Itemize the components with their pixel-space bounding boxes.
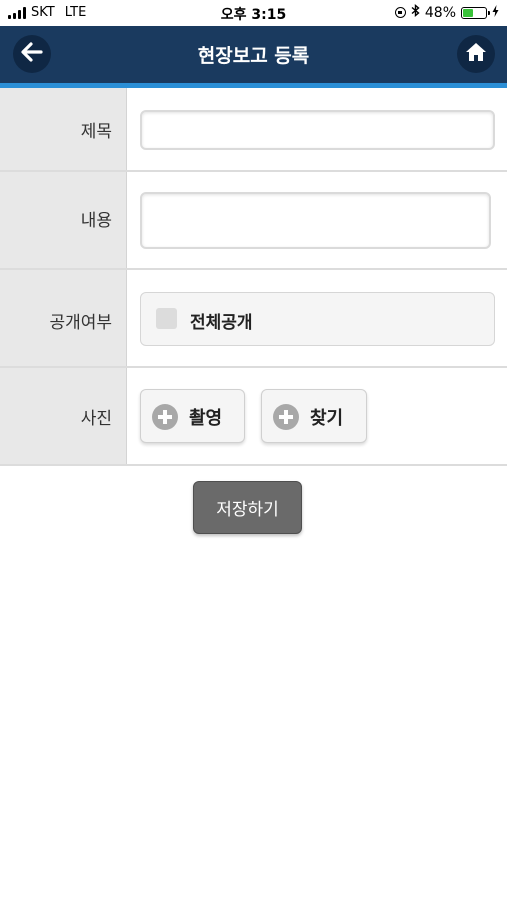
capture-photo-button[interactable]: 촬영	[140, 389, 245, 443]
app-header: 현장보고 등록	[0, 26, 507, 88]
visibility-row: 공개여부 전체공개	[0, 270, 507, 368]
home-button[interactable]	[457, 35, 495, 73]
bluetooth-icon	[411, 4, 420, 21]
content-textarea[interactable]	[140, 192, 491, 249]
visibility-label: 공개여부	[49, 313, 112, 333]
charging-icon	[492, 5, 499, 20]
title-label-cell: 제목	[0, 88, 127, 170]
public-checkbox-field[interactable]: 전체공개	[140, 292, 495, 346]
battery-percent: 48%	[424, 4, 456, 21]
visibility-label-cell: 공개여부	[0, 270, 127, 366]
plus-icon	[273, 404, 299, 430]
title-label: 제목	[80, 122, 112, 142]
capture-photo-label: 촬영	[189, 408, 223, 429]
title-input[interactable]	[140, 110, 495, 150]
rotation-lock-icon	[394, 7, 406, 18]
status-right: 48%	[394, 4, 499, 21]
public-checkbox[interactable]	[156, 308, 177, 329]
page-title: 현장보고 등록	[197, 45, 310, 67]
photo-label: 사진	[80, 409, 112, 429]
screen: SKT LTE 오후 3:15 48% 현장보고 등록 제목 내용 공개여부 전…	[0, 0, 507, 900]
public-checkbox-label[interactable]: 전체공개	[190, 308, 253, 333]
report-form: 제목 내용 공개여부 전체공개 사진 촬영 찾기	[0, 88, 507, 466]
content-label-cell: 내용	[0, 172, 127, 268]
content-row: 내용	[0, 172, 507, 270]
browse-photo-button[interactable]: 찾기	[261, 389, 367, 443]
browse-photo-label: 찾기	[310, 408, 344, 429]
plus-icon	[152, 404, 178, 430]
battery-icon	[461, 6, 490, 19]
save-button[interactable]: 저장하기	[193, 481, 302, 534]
battery-fill	[463, 8, 473, 17]
photo-row: 사진 촬영 찾기	[0, 368, 507, 466]
home-icon	[465, 42, 487, 66]
status-bar: SKT LTE 오후 3:15 48%	[0, 0, 507, 26]
content-label: 내용	[80, 211, 112, 231]
photo-label-cell: 사진	[0, 368, 127, 464]
title-row: 제목	[0, 88, 507, 172]
